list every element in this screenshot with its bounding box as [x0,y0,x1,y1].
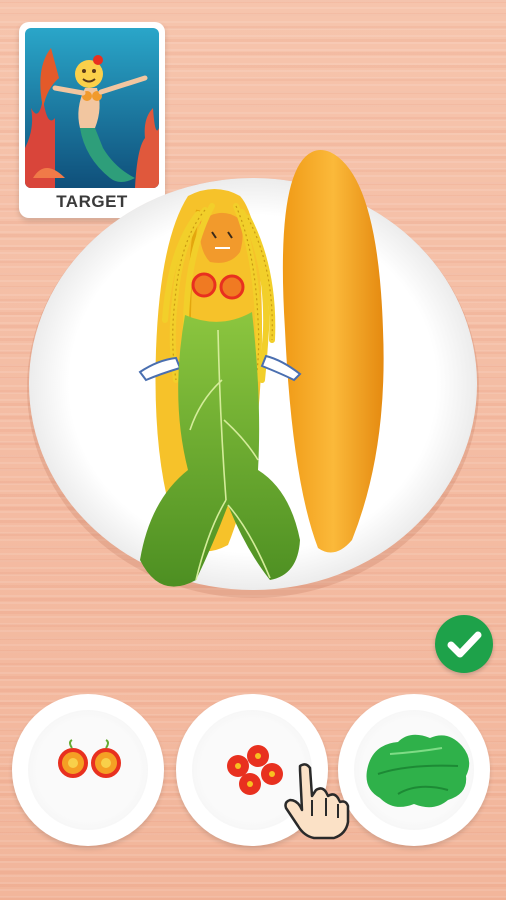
tomato-top-left [191,272,217,298]
cherry-tomatoes-icon [227,745,283,795]
tomato-top-right [219,274,245,300]
lettuce-leaves-icon [366,734,470,808]
ingredient-plate-lettuce[interactable] [338,694,490,846]
tomato-slices-icon [58,739,121,778]
main-plate [27,150,479,598]
ingredient-plate-cherry-tomatoes[interactable] [176,694,328,846]
ingredient-plate-tomato-slices[interactable] [12,694,164,846]
checkmark-icon [447,631,482,658]
confirm-button[interactable] [435,615,493,673]
